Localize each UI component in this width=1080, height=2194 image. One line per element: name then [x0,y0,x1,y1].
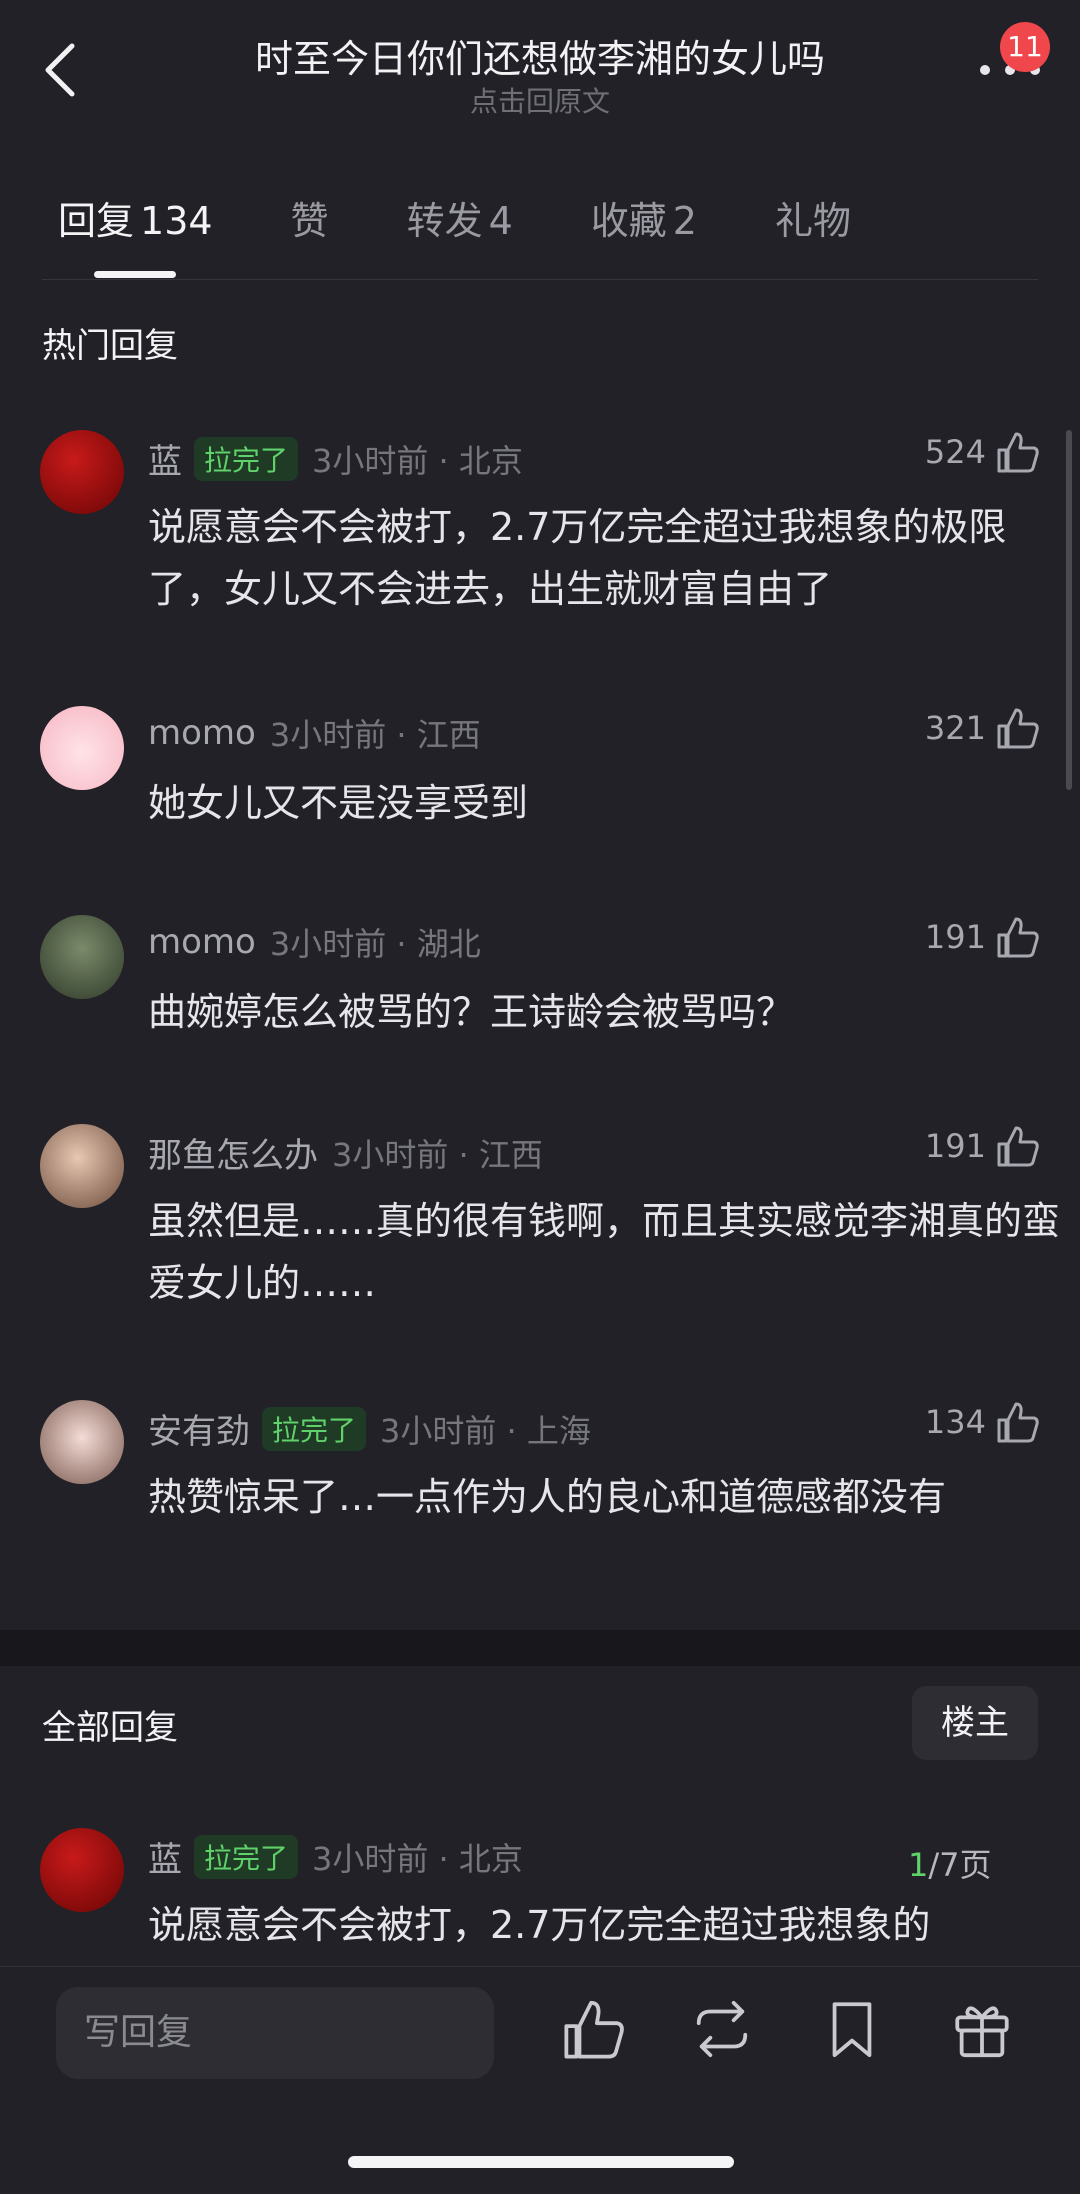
like-button[interactable]: 524 [925,430,1040,474]
tab-label: 礼物 [774,199,851,243]
comment-text: 说愿意会不会被打，2.7万亿完全超过我想象的 [148,1903,931,1947]
avatar[interactable] [40,915,124,999]
like-button[interactable]: 191 [925,1124,1040,1168]
bookmark-icon[interactable] [820,1997,884,2061]
total-pages: /7页 [928,1846,992,1884]
comment-time: 3小时前 · 湖北 [269,925,481,963]
like-count: 321 [924,709,986,747]
tab-count: 4 [488,199,513,243]
comment-time: 3小时前 · 北京 [312,441,523,480]
tab-favorites[interactable]: 收藏 2 [591,190,697,245]
current-page: 1 [908,1846,929,1884]
notification-badge: 11 [1000,22,1050,72]
section-divider [0,1630,1080,1666]
comment-time: 3小时前 · 江西 [332,1135,543,1174]
avatar[interactable] [40,1124,124,1208]
hot-replies-heading: 热门回复 [42,326,178,366]
comment-time: 3小时前 · 北京 [312,1839,523,1878]
username[interactable]: 安有劲 [148,1404,250,1453]
thumb-up-icon [997,708,1039,749]
active-tab-indicator [94,271,176,278]
scrollbar[interactable] [1066,430,1072,790]
tab-bar: 回复 134 赞 转发 4 收藏 2 礼物 [58,190,929,245]
repost-icon[interactable] [690,1997,754,2061]
reply-input[interactable]: 写回复 [56,1987,494,2079]
comment-text: 曲婉婷怎么被骂的？王诗龄会被骂吗？ [148,990,795,1034]
comment-item: 蓝拉完了 3小时前 · 北京 说愿意会不会被打，2.7万亿完全超过我想象的 [40,1828,1040,1966]
avatar[interactable] [40,430,124,514]
all-replies-heading: 全部回复 [42,1708,178,1748]
like-count: 191 [924,918,986,956]
avatar[interactable] [40,706,124,790]
tab-label: 收藏 [590,199,667,243]
like-button[interactable]: 134 [925,1400,1040,1444]
comment-item: 那鱼怎么办 3小时前 · 江西 191 虽然但是……真的很有钱啊，而且其实感觉李湘… [40,1124,1060,1324]
like-count: 524 [924,433,986,471]
comment-text: 她女儿又不是没享受到 [148,781,529,825]
comment-item: 安有劲 拉完了 3小时前 · 上海 134 热赞惊呆了…一点作为人的良心和道德感都没… [40,1400,1040,1600]
comment-time: 3小时前 · 江西 [269,716,481,754]
tab-label: 回复 [58,199,135,243]
tab-label: 转发 [406,199,483,243]
user-tag: 拉完了 [194,436,299,481]
user-tag: 拉完了 [262,1406,367,1451]
comment-text: 虽然但是……真的很有钱啊，而且其实感觉李湘真的蛮爱女儿的…… [148,1199,1061,1305]
owner-only-button[interactable]: 楼主 [912,1686,1038,1760]
comment-time: 3小时前 · 上海 [380,1411,591,1450]
username[interactable]: momo [148,922,256,962]
like-icon[interactable] [562,1997,626,2061]
thumb-up-icon [997,917,1039,958]
comment-item: momo 3小时前 · 江西 321 她女儿又不是没享受到 [40,706,1040,836]
thumb-up-icon [997,1126,1039,1167]
view-original-link[interactable]: 点击回原文 [0,80,1080,120]
comment-item: 蓝拉完了 3小时前 · 北京 524 说愿意会不会被打，2.7万亿完全超过我想象的… [40,430,1040,630]
page-indicator[interactable]: 1/7页 [908,1840,992,1886]
thumb-up-icon [997,1402,1039,1443]
tab-count: 2 [672,199,697,243]
user-tag: 拉完了 [194,1834,299,1879]
tab-gifts[interactable]: 礼物 [775,190,851,245]
tab-count: 134 [140,199,213,243]
like-count: 134 [924,1403,986,1441]
like-count: 191 [924,1127,986,1165]
username[interactable]: 蓝 [148,1832,182,1881]
tab-label: 赞 [290,199,329,243]
like-button[interactable]: 321 [925,706,1040,750]
avatar[interactable] [40,1400,124,1484]
gift-icon[interactable] [950,1997,1014,2061]
username[interactable]: 蓝 [148,434,182,483]
comment-text: 热赞惊呆了…一点作为人的良心和道德感都没有 [148,1475,947,1519]
avatar[interactable] [40,1828,124,1912]
comment-item: momo 3小时前 · 湖北 191 曲婉婷怎么被骂的？王诗龄会被骂吗？ [40,915,1040,1045]
tab-likes[interactable]: 赞 [291,190,329,245]
comment-text: 说愿意会不会被打，2.7万亿完全超过我想象的极限了，女儿又不会进去，出生就财富自… [148,505,1007,611]
post-title: 时至今日你们还想做李湘的女儿吗 [254,37,825,81]
tab-reposts[interactable]: 转发 4 [407,190,513,245]
like-button[interactable]: 191 [925,915,1040,959]
tab-replies[interactable]: 回复 134 [58,190,213,245]
username[interactable]: 那鱼怎么办 [148,1128,318,1177]
divider [42,279,1038,280]
thumb-up-icon [997,432,1039,473]
username[interactable]: momo [148,713,256,753]
home-indicator [348,2156,734,2168]
